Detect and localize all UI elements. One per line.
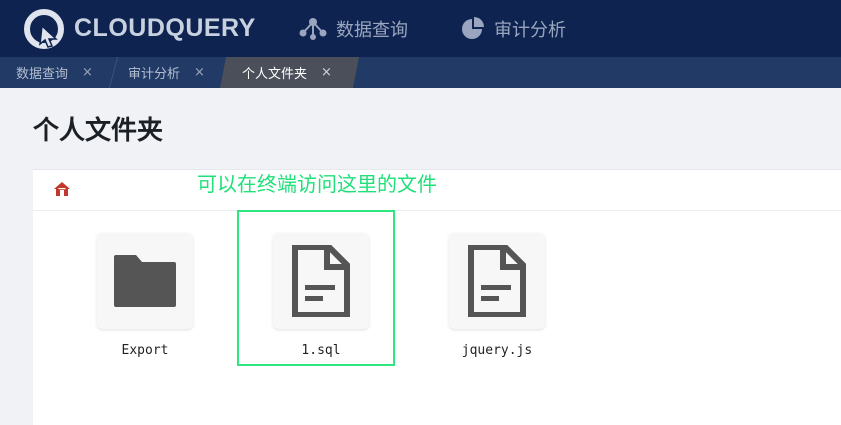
top-navbar: CLOUDQUERY 数据查询 审计分析 bbox=[0, 0, 841, 57]
file-name: Export bbox=[121, 343, 169, 358]
tab-divider bbox=[108, 57, 119, 88]
brand-name: CLOUDQUERY bbox=[74, 14, 256, 42]
home-icon[interactable] bbox=[53, 180, 71, 198]
file-tile[interactable] bbox=[273, 233, 369, 329]
annotation-text: 可以在终端访问这里的文件 bbox=[197, 172, 437, 196]
file-tile[interactable] bbox=[97, 233, 193, 329]
tab-bar: 数据查询 × 审计分析 × 个人文件夹 × bbox=[0, 57, 841, 88]
tab-label: 数据查询 bbox=[16, 67, 69, 82]
nav-audit-analysis[interactable]: 审计分析 bbox=[460, 15, 566, 43]
folder-icon bbox=[114, 255, 176, 307]
close-icon[interactable]: × bbox=[194, 65, 205, 80]
file-item-jquery-js[interactable]: jquery.js bbox=[447, 233, 547, 358]
nav-audit-analysis-label: 审计分析 bbox=[494, 20, 566, 41]
file-icon bbox=[292, 245, 350, 317]
query-nodes-icon bbox=[299, 18, 327, 40]
breadcrumb-bar bbox=[33, 170, 841, 211]
tab-label: 审计分析 bbox=[128, 67, 181, 82]
tab-label: 个人文件夹 bbox=[242, 67, 308, 82]
file-item-1-sql[interactable]: 1.sql bbox=[271, 233, 371, 358]
tab-audit-analysis[interactable]: 审计分析 × bbox=[128, 57, 205, 88]
close-icon[interactable]: × bbox=[82, 65, 93, 80]
tab-data-query[interactable]: 数据查询 × bbox=[16, 57, 93, 88]
cloudquery-logo-icon[interactable] bbox=[24, 9, 64, 49]
file-name: 1.sql bbox=[301, 343, 341, 358]
nav-data-query-label: 数据查询 bbox=[336, 20, 408, 41]
close-icon[interactable]: × bbox=[321, 65, 332, 80]
file-tile[interactable] bbox=[449, 233, 545, 329]
page-title: 个人文件夹 bbox=[33, 116, 164, 146]
tab-personal-folder[interactable]: 个人文件夹 × bbox=[242, 57, 332, 88]
file-icon bbox=[468, 245, 526, 317]
nav-data-query[interactable]: 数据查询 bbox=[298, 15, 408, 43]
pie-chart-icon bbox=[462, 17, 484, 39]
file-name: jquery.js bbox=[461, 343, 533, 358]
file-item-export[interactable]: Export bbox=[95, 233, 195, 358]
